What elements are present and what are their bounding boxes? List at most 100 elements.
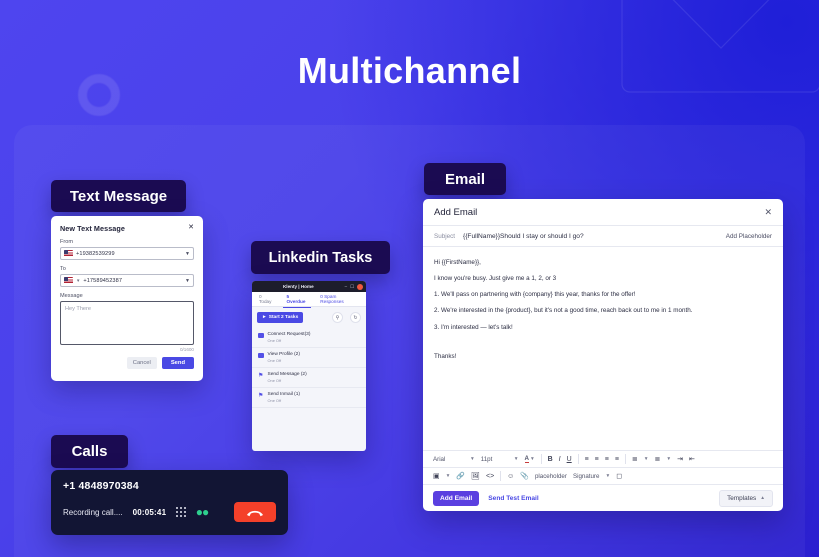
send-message-icon: ⚑: [258, 372, 264, 379]
close-icon[interactable]: [357, 283, 363, 290]
call-timer: 00:05:41: [132, 507, 167, 517]
linkedin-tabs: 0 Today 5 Overdue 0 Spam Responses: [252, 291, 366, 308]
align-center-icon[interactable]: ≡: [595, 456, 599, 463]
add-placeholder-button[interactable]: Add Placeholder: [726, 233, 772, 240]
image-icon[interactable]: 🖼: [471, 473, 480, 480]
indent-icon[interactable]: ⇤: [689, 456, 695, 463]
tab-overdue[interactable]: 5 Overdue: [283, 291, 312, 308]
us-flag-icon: [64, 277, 73, 284]
text-color-icon[interactable]: A ▼: [524, 455, 535, 463]
call-status-text: Recording call....: [63, 507, 123, 517]
view-profile-icon: [258, 352, 264, 359]
cancel-button[interactable]: Cancel: [126, 357, 157, 369]
section-tag-text-message: Text Message: [51, 180, 186, 212]
linkedin-action-row: ► Start 2 Tasks ⚲ ↻: [252, 307, 366, 328]
outdent-icon[interactable]: ⇥: [677, 456, 683, 463]
email-body-editor[interactable]: Hi {{FirstName}}, I know you're busy. Ju…: [423, 247, 783, 450]
sms-card-header: New Text Message ✕: [60, 224, 194, 233]
close-icon[interactable]: ✕: [188, 224, 194, 231]
refresh-icon[interactable]: ↻: [350, 312, 361, 323]
toolbar-divider: [540, 454, 542, 464]
sms-message-input[interactable]: Hey There: [60, 301, 194, 345]
email-intro: I know you're busy. Just give me a 1, 2,…: [434, 274, 557, 282]
templates-button[interactable]: Templates ▲: [719, 489, 773, 507]
sms-character-count: 0/1600: [179, 347, 194, 352]
sms-to-select[interactable]: ▼ +17589452387 ▼: [60, 274, 194, 287]
email-card-footer: Add Email Send Test Email Templates ▲: [423, 484, 783, 511]
send-inmail-icon: ⚑: [258, 392, 264, 399]
tab-today[interactable]: 0 Today: [256, 291, 277, 307]
us-flag-icon: [64, 250, 73, 257]
chevron-down-icon[interactable]: ▼: [666, 457, 671, 462]
subject-input[interactable]: {{FullName}}Should I stay or should I go…: [463, 233, 718, 240]
active-call-bar: +1 4848970384 Recording call.... 00:05:4…: [51, 470, 288, 535]
align-justify-icon[interactable]: ≡: [605, 456, 609, 463]
email-card-header: Add Email ✕: [423, 199, 783, 226]
numbered-list-icon[interactable]: ≣: [654, 456, 660, 463]
sms-from-label: From: [60, 239, 74, 245]
bullet-list-icon[interactable]: ≣: [632, 456, 638, 463]
send-button[interactable]: Send: [161, 357, 194, 369]
maximize-icon[interactable]: ☐: [350, 284, 354, 290]
chevron-down-icon[interactable]: ▼: [644, 457, 649, 462]
window-title: Klenty | Home: [282, 284, 314, 289]
task-name: Connect Request(3): [267, 332, 311, 337]
chevron-down-icon: ▼: [470, 456, 475, 462]
sms-from-select[interactable]: +19382539299 ▼: [60, 247, 194, 260]
sms-to-label: To: [60, 266, 66, 272]
section-tag-calls: Calls: [51, 435, 128, 468]
new-text-message-card: New Text Message ✕ From +19382539299 ▼ T…: [51, 216, 203, 381]
chevron-up-icon: ▲: [760, 495, 765, 501]
list-item[interactable]: View Profile (2) One Off: [252, 348, 366, 368]
list-item[interactable]: ⚑ Send Inmail (1) One Off: [252, 388, 366, 408]
email-option-3: 3. I'm interested — let's talk!: [434, 323, 513, 331]
templates-label: Templates: [727, 494, 757, 502]
video-icon[interactable]: ◻: [616, 473, 622, 480]
chevron-down-icon: ▼: [76, 278, 81, 283]
add-email-card: Add Email ✕ Subject {{FullName}}Should I…: [423, 199, 783, 511]
code-icon[interactable]: <>: [486, 473, 494, 480]
email-body-spacer: [434, 339, 772, 353]
placeholder-button[interactable]: placeholder: [535, 473, 567, 480]
align-right-icon[interactable]: ≡: [615, 456, 619, 463]
list-item[interactable]: Connect Request(3) One Off: [252, 328, 366, 348]
send-test-email-button[interactable]: Send Test Email: [488, 495, 538, 502]
linkedin-tasks-window: Klenty | Home – ☐ 0 Today 5 Overdue 0 Sp…: [252, 281, 366, 451]
tab-spam-responses[interactable]: 0 Spam Responses: [317, 291, 362, 307]
signature-button[interactable]: Signature: [573, 473, 600, 480]
emoji-icon[interactable]: ☺: [507, 473, 514, 480]
email-option-1: 1. We'll pass on partnering with {compan…: [434, 291, 636, 298]
chevron-down-icon[interactable]: ▼: [605, 474, 610, 479]
chevron-down-icon[interactable]: ▼: [446, 474, 451, 479]
task-subtitle: One Off: [267, 378, 282, 383]
text-color-letter: A: [524, 455, 529, 463]
hangup-button[interactable]: [234, 502, 276, 522]
add-email-button[interactable]: Add Email: [433, 490, 480, 506]
start-tasks-button[interactable]: ► Start 2 Tasks: [257, 312, 304, 323]
email-greeting: Hi {{FirstName}},: [434, 259, 481, 266]
keypad-icon[interactable]: [176, 507, 186, 517]
link-icon[interactable]: 🔗: [456, 473, 465, 480]
task-name: Send Inmail (1): [267, 392, 301, 397]
email-card-title: Add Email: [434, 206, 478, 218]
hangup-icon: [247, 510, 263, 516]
italic-icon[interactable]: I: [559, 456, 561, 463]
connect-request-icon: [258, 332, 264, 339]
attachment-icon[interactable]: 📎: [520, 473, 529, 480]
bold-icon[interactable]: B: [548, 456, 553, 463]
chevron-down-icon: ▼: [513, 456, 519, 462]
chevron-down-icon: ▼: [185, 277, 190, 284]
align-left-icon[interactable]: ≡: [585, 456, 589, 463]
page-title: Multichannel: [297, 50, 522, 91]
voicemail-icon[interactable]: ●●: [196, 505, 209, 519]
search-icon[interactable]: ⚲: [332, 312, 343, 323]
task-subtitle: One Off: [267, 338, 282, 343]
close-icon[interactable]: ✕: [764, 207, 772, 218]
table-icon[interactable]: ▣: [433, 473, 440, 480]
font-family-select[interactable]: Arial ▼: [433, 456, 475, 463]
font-size-select[interactable]: 11pt ▼: [481, 456, 519, 463]
underline-icon[interactable]: U: [567, 456, 572, 463]
sms-card-actions: Cancel Send: [60, 357, 194, 369]
minimize-icon[interactable]: –: [345, 284, 347, 289]
list-item[interactable]: ⚑ Send Message (2) One Off: [252, 368, 366, 388]
